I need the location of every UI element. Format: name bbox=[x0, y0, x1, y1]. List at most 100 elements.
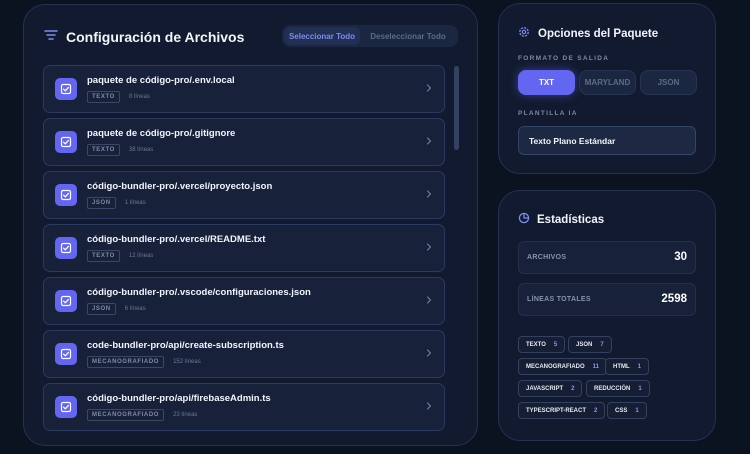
extension-tag: MECANOGRAFIADO 11 bbox=[518, 358, 608, 375]
output-format-label: FORMATO DE SALIDA bbox=[518, 55, 610, 62]
stats-panel: Estadísticas ARCHIVOS 30 LÍNEAS TOTALES … bbox=[498, 190, 716, 441]
select-all-button[interactable]: Seleccionar Todo bbox=[284, 27, 360, 45]
line-count: 38 líneas bbox=[128, 147, 154, 153]
template-label: PLANTILLA IA bbox=[518, 110, 578, 117]
checkbox[interactable] bbox=[55, 396, 77, 418]
file-item[interactable]: código-bundler-pro/.vercel/proyecto.json… bbox=[43, 171, 445, 219]
chevron-right-icon[interactable] bbox=[425, 295, 433, 305]
line-count: 6 líneas bbox=[124, 306, 146, 312]
file-type-tag: JSON bbox=[87, 303, 116, 315]
check-icon bbox=[60, 83, 72, 95]
file-path: paquete de código-pro/.gitignore bbox=[87, 128, 236, 139]
options-panel-title: Opciones del Paquete bbox=[538, 28, 659, 40]
check-icon bbox=[60, 242, 72, 254]
format-txt-button[interactable]: TXT bbox=[518, 70, 575, 95]
checkbox[interactable] bbox=[55, 237, 77, 259]
extension-tag: TYPESCRIPT-REACT 2 bbox=[518, 402, 606, 419]
line-count: 8 líneas bbox=[128, 94, 150, 100]
extension-count: 2 bbox=[594, 407, 598, 414]
extension-name: JAVASCRIPT bbox=[526, 385, 564, 392]
extension-count: 1 bbox=[637, 363, 642, 370]
format-maryland-button[interactable]: MARYLAND bbox=[579, 70, 636, 95]
file-item[interactable]: paquete de código-pro/.gitignore TEXTO 38… bbox=[43, 118, 445, 166]
file-type-tag: MECANOGRAFIADO bbox=[87, 356, 165, 368]
files-panel: Configuración de Archivos Seleccionar To… bbox=[23, 4, 478, 446]
file-path: code-bundler-pro/api/create-subscription… bbox=[87, 340, 284, 351]
file-path: código-bundler-pro/.vercel/proyecto.json bbox=[87, 181, 273, 192]
chevron-right-icon[interactable] bbox=[425, 189, 433, 199]
files-panel-title: Configuración de Archivos bbox=[66, 29, 245, 45]
extension-count: 7 bbox=[600, 341, 604, 348]
extension-tag: HTML 1 bbox=[605, 358, 650, 375]
lines-stat: LÍNEAS TOTALES 2598 bbox=[518, 283, 696, 316]
scrollbar-thumb[interactable] bbox=[454, 66, 459, 150]
file-list: paquete de código-pro/.env.local TEXTO 8 … bbox=[43, 65, 445, 435]
file-path: código-bundler-pro/api/firebaseAdmin.ts bbox=[87, 393, 271, 404]
chevron-right-icon[interactable] bbox=[425, 348, 433, 358]
options-panel: Opciones del Paquete FORMATO DE SALIDA T… bbox=[498, 3, 716, 174]
stats-header: Estadísticas bbox=[518, 211, 604, 229]
line-count: 1 líneas bbox=[124, 200, 146, 206]
line-count: 12 líneas bbox=[128, 253, 154, 259]
extension-name: REDUCCIÓN bbox=[594, 385, 631, 392]
file-item[interactable]: código-bundler-pro/.vercel/README.txt TE… bbox=[43, 224, 445, 272]
chevron-right-icon[interactable] bbox=[425, 136, 433, 146]
extension-tag: TEXTO 5 bbox=[518, 336, 566, 353]
line-count: 23 líneas bbox=[173, 412, 198, 418]
files-header: Configuración de Archivos bbox=[44, 26, 244, 48]
extension-name: CSS bbox=[615, 407, 628, 414]
file-path: código-bundler-pro/.vscode/configuracion… bbox=[87, 287, 311, 298]
check-icon bbox=[60, 136, 72, 148]
files-stat-value: 30 bbox=[674, 251, 687, 263]
extension-tag: CSS 1 bbox=[607, 402, 647, 419]
file-path: paquete de código-pro/.env.local bbox=[87, 75, 235, 86]
chevron-right-icon[interactable] bbox=[425, 83, 433, 93]
extension-name: MECANOGRAFIADO bbox=[526, 363, 585, 370]
extension-name: TYPESCRIPT-REACT bbox=[526, 407, 587, 414]
extension-name: HTML bbox=[613, 363, 630, 370]
file-item[interactable]: código-bundler-pro/api/firebaseAdmin.ts … bbox=[43, 383, 445, 431]
gear-icon bbox=[518, 25, 530, 43]
chevron-right-icon[interactable] bbox=[425, 242, 433, 252]
extension-count: 1 bbox=[638, 385, 642, 392]
file-type-tag: TEXTO bbox=[87, 91, 120, 103]
lines-stat-value: 2598 bbox=[661, 293, 687, 305]
check-icon bbox=[60, 401, 72, 413]
stats-panel-title: Estadísticas bbox=[537, 214, 605, 226]
extension-name: TEXTO bbox=[526, 341, 546, 348]
chevron-right-icon[interactable] bbox=[425, 401, 433, 411]
extension-count: 5 bbox=[553, 341, 558, 348]
deselect-all-button[interactable]: Deseleccionar Todo bbox=[360, 27, 456, 45]
checkbox[interactable] bbox=[55, 131, 77, 153]
extension-tag: JAVASCRIPT 2 bbox=[518, 380, 583, 397]
file-item[interactable]: paquete de código-pro/.env.local TEXTO 8 … bbox=[43, 65, 445, 113]
file-path: código-bundler-pro/.vercel/README.txt bbox=[87, 234, 266, 245]
pie-chart-icon bbox=[518, 211, 530, 229]
file-item[interactable]: code-bundler-pro/api/create-subscription… bbox=[43, 330, 445, 378]
file-type-tag: JSON bbox=[87, 197, 116, 209]
extension-tag: JSON 7 bbox=[568, 336, 612, 353]
check-icon bbox=[60, 189, 72, 201]
extension-count: 11 bbox=[592, 363, 600, 370]
checkbox[interactable] bbox=[55, 290, 77, 312]
line-count: 152 líneas bbox=[173, 359, 201, 365]
file-type-tag: TEXTO bbox=[87, 250, 120, 262]
extension-count: 1 bbox=[635, 407, 639, 414]
files-stat: ARCHIVOS 30 bbox=[518, 241, 696, 274]
extension-tag: REDUCCIÓN 1 bbox=[586, 380, 650, 397]
file-type-tag: TEXTO bbox=[87, 144, 120, 156]
checkbox[interactable] bbox=[55, 184, 77, 206]
checkbox[interactable] bbox=[55, 78, 77, 100]
filter-icon bbox=[44, 28, 58, 46]
options-header: Opciones del Paquete bbox=[518, 25, 658, 43]
template-select[interactable]: Texto Plano Estándar bbox=[518, 126, 696, 155]
file-item[interactable]: código-bundler-pro/.vscode/configuracion… bbox=[43, 277, 445, 325]
files-stat-label: ARCHIVOS bbox=[527, 254, 567, 261]
selection-toggle: Seleccionar Todo Deseleccionar Todo bbox=[282, 25, 458, 47]
file-type-tag: MECANOGRAFIADO bbox=[87, 409, 165, 421]
checkbox[interactable] bbox=[55, 343, 77, 365]
format-json-button[interactable]: JSON bbox=[640, 70, 697, 95]
extension-name: JSON bbox=[576, 341, 593, 348]
check-icon bbox=[60, 348, 72, 360]
lines-stat-label: LÍNEAS TOTALES bbox=[527, 296, 591, 303]
